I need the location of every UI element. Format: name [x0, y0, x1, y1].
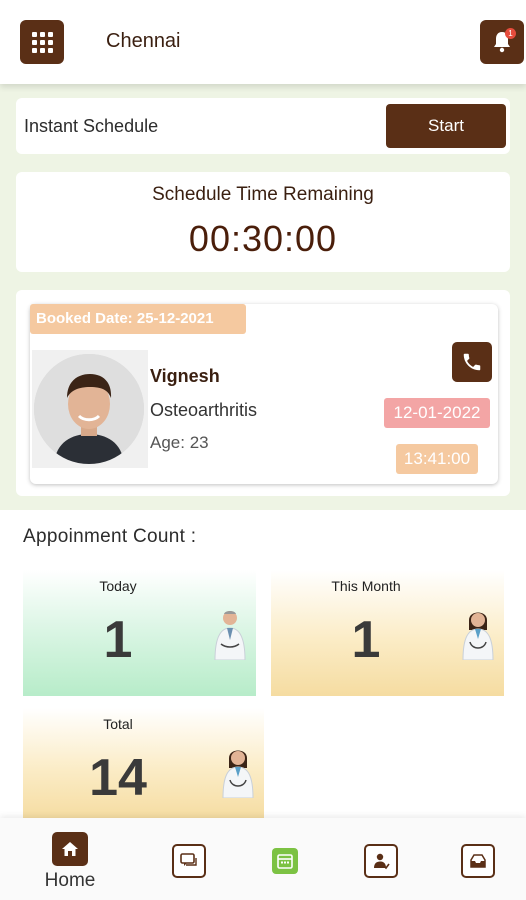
avatar-frame [32, 350, 148, 468]
notifications-button[interactable]: 1 [480, 20, 524, 64]
female-doctor-icon [222, 750, 254, 798]
patient-avatar [34, 354, 144, 464]
inbox-icon[interactable] [461, 844, 495, 878]
appointment-section: Booked Date: 25-12-2021 Vignesh Osteoart… [16, 290, 510, 496]
tile-label: This Month [331, 578, 401, 594]
appointment-card[interactable]: Booked Date: 25-12-2021 Vignesh Osteoart… [30, 304, 498, 484]
female-doctor-icon [462, 612, 494, 660]
tile-value: 14 [89, 749, 147, 807]
notification-badge: 1 [505, 28, 516, 39]
tile-label: Today [99, 578, 137, 594]
grid-dot [39, 31, 45, 37]
tile-label: Total [103, 716, 133, 732]
schedule-timer-card: Schedule Time Remaining 00:30:00 [16, 172, 510, 272]
grid-dot [31, 39, 37, 45]
tile-value: 1 [351, 611, 381, 669]
app-header: Chennai 1 [0, 0, 526, 84]
city-name[interactable]: Chennai [106, 30, 181, 53]
patient-age: Age: 23 [150, 433, 209, 452]
timer-title: Schedule Time Remaining [152, 184, 374, 205]
phone-icon [463, 353, 481, 371]
calendar-icon[interactable] [272, 848, 298, 874]
count-tile-today[interactable]: Today 1 [23, 570, 256, 696]
appointment-count-title: Appoinment Count : [23, 526, 197, 547]
chat-icon[interactable] [172, 844, 206, 878]
grid-dot [47, 47, 53, 53]
appointment-date-tag: 12-01-2022 [384, 398, 490, 428]
grid-dot [39, 39, 45, 45]
patient-icon[interactable] [364, 844, 398, 878]
tile-value: 1 [103, 611, 133, 669]
call-button[interactable] [452, 342, 492, 382]
instant-schedule-card: Instant Schedule Start [16, 98, 510, 154]
male-doctor-icon [214, 611, 246, 660]
grid-dot [31, 31, 37, 37]
booked-date-tag: Booked Date: 25-12-2021 [30, 304, 246, 334]
grid-dot [47, 31, 53, 37]
count-tile-total[interactable]: Total 14 [23, 708, 264, 820]
bottom-navigation: Home [0, 818, 526, 900]
grid-dot [47, 39, 53, 45]
appointment-time-tag: 13:41:00 [396, 444, 478, 474]
patient-name: Vignesh [150, 366, 220, 386]
timer-value: 00:30:00 [188, 218, 338, 259]
menu-button[interactable] [20, 20, 64, 64]
grid-dot [31, 47, 37, 53]
start-button[interactable]: Start [386, 104, 506, 148]
home-icon[interactable] [52, 832, 88, 866]
nav-home-label[interactable]: Home [40, 870, 100, 892]
instant-schedule-label: Instant Schedule [24, 116, 159, 136]
patient-condition: Osteoarthritis [150, 400, 258, 420]
count-tile-month[interactable]: This Month 1 [271, 570, 504, 696]
grid-dot [39, 47, 45, 53]
